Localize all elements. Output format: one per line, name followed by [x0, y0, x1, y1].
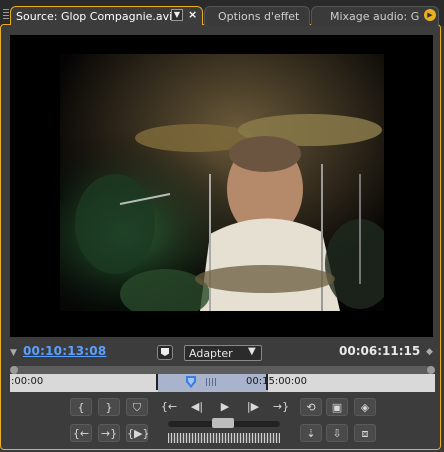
expand-arrow-icon[interactable]: ▼ [10, 348, 17, 358]
loop-icon[interactable]: ⟲ [300, 398, 322, 416]
duration-timecode: 00:06:11:15 [339, 344, 421, 358]
panel-grip[interactable] [3, 9, 9, 19]
play-icon[interactable]: ▶ [214, 398, 236, 416]
in-point-marker[interactable] [156, 374, 158, 390]
step-back-icon[interactable]: ◀| [186, 398, 208, 416]
current-timecode[interactable]: 00:10:13:08 [23, 344, 106, 358]
video-frame-image [60, 54, 384, 311]
source-dropdown-button[interactable]: ▼ [171, 9, 183, 21]
overlay-icon[interactable]: ⇩ [326, 424, 348, 442]
in-out-duration-icon: ◆ [426, 347, 433, 357]
step-forward-to-out-icon[interactable]: →} [270, 398, 292, 416]
tab-audio-mixer-label: Mixage audio: G [330, 10, 420, 23]
go-to-in-icon[interactable]: {← [70, 424, 92, 442]
chevron-down-icon: ▼ [248, 346, 256, 357]
mark-out-icon[interactable]: } [98, 398, 120, 416]
insert-icon[interactable]: ⇣ [300, 424, 322, 442]
panel-menu-icon[interactable]: ▶ [424, 9, 436, 21]
playhead-icon[interactable] [186, 376, 196, 388]
playhead-shape [186, 376, 196, 388]
ruler-ticks [206, 378, 218, 386]
zoom-handle-left[interactable] [10, 366, 18, 374]
play-in-to-out-icon[interactable]: {▶} [126, 424, 149, 442]
safe-margins-icon[interactable]: ▣ [326, 398, 348, 416]
ruler-label-mid: 00:15:00:00 [246, 376, 308, 387]
shuttle[interactable] [168, 433, 280, 443]
ruler-label-start: :00:00 [11, 376, 44, 387]
zoom-handle-right[interactable] [427, 366, 435, 374]
timeline-zoom-scrollbar[interactable] [10, 366, 435, 374]
video-frame [60, 54, 384, 311]
step-back-to-in-icon[interactable]: {← [158, 398, 180, 416]
step-forward-icon[interactable]: |▶ [242, 398, 264, 416]
zoom-level-value: Adapter [189, 347, 233, 360]
set-marker-icon[interactable]: ⛉ [126, 398, 148, 416]
tab-source-label: Source: Glop Compagnie.avi [16, 10, 173, 23]
mark-in-icon[interactable]: { [70, 398, 92, 416]
export-frame-icon[interactable]: ⧈ [354, 424, 376, 442]
tab-effect-options-label: Options d'effet [218, 10, 300, 23]
close-icon[interactable]: × [188, 8, 197, 21]
go-to-out-icon[interactable]: →} [98, 424, 120, 442]
out-point-marker[interactable] [266, 374, 268, 390]
output-icon[interactable]: ◈ [354, 398, 376, 416]
jog-knob[interactable] [212, 418, 234, 428]
